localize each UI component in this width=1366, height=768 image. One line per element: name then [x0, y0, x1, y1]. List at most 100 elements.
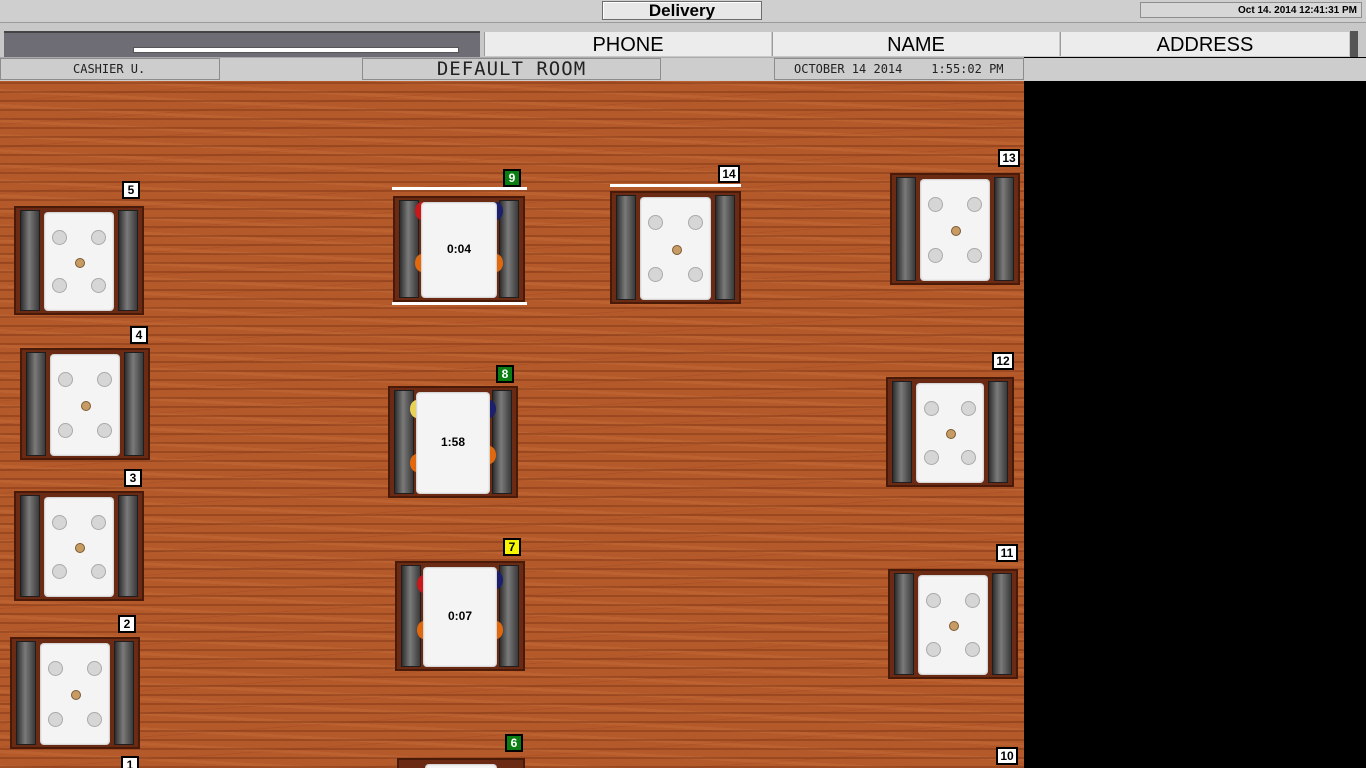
plate-icon [52, 230, 67, 245]
plate-icon [926, 642, 941, 657]
plate-icon [688, 267, 703, 282]
plate-icon [48, 661, 63, 676]
table-5[interactable] [14, 206, 144, 315]
current-date: OCTOBER 14 2014 [794, 62, 903, 76]
table-7-timer: 0:07 [447, 609, 473, 623]
window-title: Delivery [602, 1, 762, 20]
table-11[interactable] [888, 569, 1018, 679]
plate-icon [967, 197, 982, 212]
plate-icon [97, 372, 112, 387]
table-number-8[interactable]: 8 [496, 365, 514, 383]
table-14[interactable] [610, 191, 741, 304]
tablecloth: 0:04 [421, 202, 497, 298]
plate-icon [967, 248, 982, 263]
table-number-2[interactable]: 2 [118, 615, 136, 633]
table-6[interactable] [397, 758, 525, 768]
plate-icon [52, 515, 67, 530]
bench-left [20, 495, 40, 597]
plate-icon [688, 215, 703, 230]
plate-icon [52, 278, 67, 293]
table-12[interactable] [886, 377, 1014, 487]
bench-right [988, 381, 1008, 483]
plate-icon [928, 248, 943, 263]
centerpiece-icon [75, 543, 85, 553]
bench-left [16, 641, 36, 745]
bench-right [114, 641, 134, 745]
bench-left [896, 177, 916, 281]
table-number-12[interactable]: 12 [992, 352, 1014, 370]
plate-icon [58, 423, 73, 438]
table-number-1[interactable]: 1 [121, 756, 139, 768]
centerpiece-icon [946, 429, 956, 439]
table-14-selection-top [610, 184, 741, 187]
table-2[interactable] [10, 637, 140, 749]
centerpiece-icon [951, 226, 961, 236]
table-4[interactable] [20, 348, 150, 460]
table-number-5[interactable]: 5 [122, 181, 140, 199]
system-clock: Oct 14. 2014 12:41:31 PM [1140, 2, 1362, 18]
phone-column-header[interactable]: PHONE [484, 32, 771, 56]
table-9-selection-bottom [392, 302, 527, 305]
table-number-6[interactable]: 6 [505, 734, 523, 752]
tablecloth [50, 354, 120, 456]
bench-right [715, 195, 735, 300]
table-13[interactable] [890, 173, 1020, 285]
current-time: 1:55:02 PM [931, 62, 1004, 76]
bench-right [994, 177, 1014, 281]
plate-icon [87, 712, 102, 727]
header-rail [1350, 31, 1358, 57]
table-9-selection-top [392, 187, 527, 190]
header-panel [4, 31, 480, 59]
bench-left [26, 352, 46, 456]
address-column-header[interactable]: ADDRESS [1060, 32, 1349, 56]
current-datetime: OCTOBER 14 2014 1:55:02 PM [774, 58, 1024, 80]
tablecloth: 0:07 [423, 567, 497, 667]
table-number-4[interactable]: 4 [130, 326, 148, 344]
table-8[interactable]: 1:58 [388, 386, 518, 498]
table-3[interactable] [14, 491, 144, 601]
plate-icon [91, 278, 106, 293]
title-bar: Delivery Oct 14. 2014 12:41:31 PM [0, 0, 1366, 23]
table-number-3[interactable]: 3 [124, 469, 142, 487]
table-number-14[interactable]: 14 [718, 165, 740, 183]
plate-icon [965, 593, 980, 608]
plate-icon [52, 564, 67, 579]
order-header: PHONE NAME ADDRESS [0, 23, 1366, 59]
tablecloth: 1:58 [416, 392, 490, 494]
tablecloth [920, 179, 990, 281]
plate-icon [91, 515, 106, 530]
tablecloth [425, 764, 497, 768]
table-number-11[interactable]: 11 [996, 544, 1018, 562]
plate-icon [928, 197, 943, 212]
plate-icon [924, 450, 939, 465]
search-field[interactable] [133, 47, 459, 53]
cashier-label: CASHIER U. [0, 58, 220, 80]
centerpiece-icon [81, 401, 91, 411]
side-panel [1024, 81, 1366, 768]
plate-icon [97, 423, 112, 438]
bench-right [124, 352, 144, 456]
table-number-13[interactable]: 13 [998, 149, 1020, 167]
centerpiece-icon [71, 690, 81, 700]
plate-icon [924, 401, 939, 416]
bench-right [118, 495, 138, 597]
plate-icon [961, 450, 976, 465]
table-8-timer: 1:58 [440, 435, 466, 449]
plate-icon [91, 564, 106, 579]
tablecloth [44, 497, 114, 597]
info-strip-fill [1024, 58, 1366, 82]
plate-icon [648, 215, 663, 230]
table-9[interactable]: 0:04 [393, 196, 525, 302]
bench-right [992, 573, 1012, 675]
tablecloth [918, 575, 988, 675]
plate-icon [91, 230, 106, 245]
name-column-header[interactable]: NAME [772, 32, 1059, 56]
plate-icon [48, 712, 63, 727]
table-number-7[interactable]: 7 [503, 538, 521, 556]
bench-left [894, 573, 914, 675]
room-selector[interactable]: DEFAULT ROOM [362, 58, 661, 80]
table-number-10[interactable]: 10 [996, 747, 1018, 765]
table-9-timer: 0:04 [446, 242, 472, 256]
table-number-9[interactable]: 9 [503, 169, 521, 187]
table-7[interactable]: 0:07 [395, 561, 525, 671]
